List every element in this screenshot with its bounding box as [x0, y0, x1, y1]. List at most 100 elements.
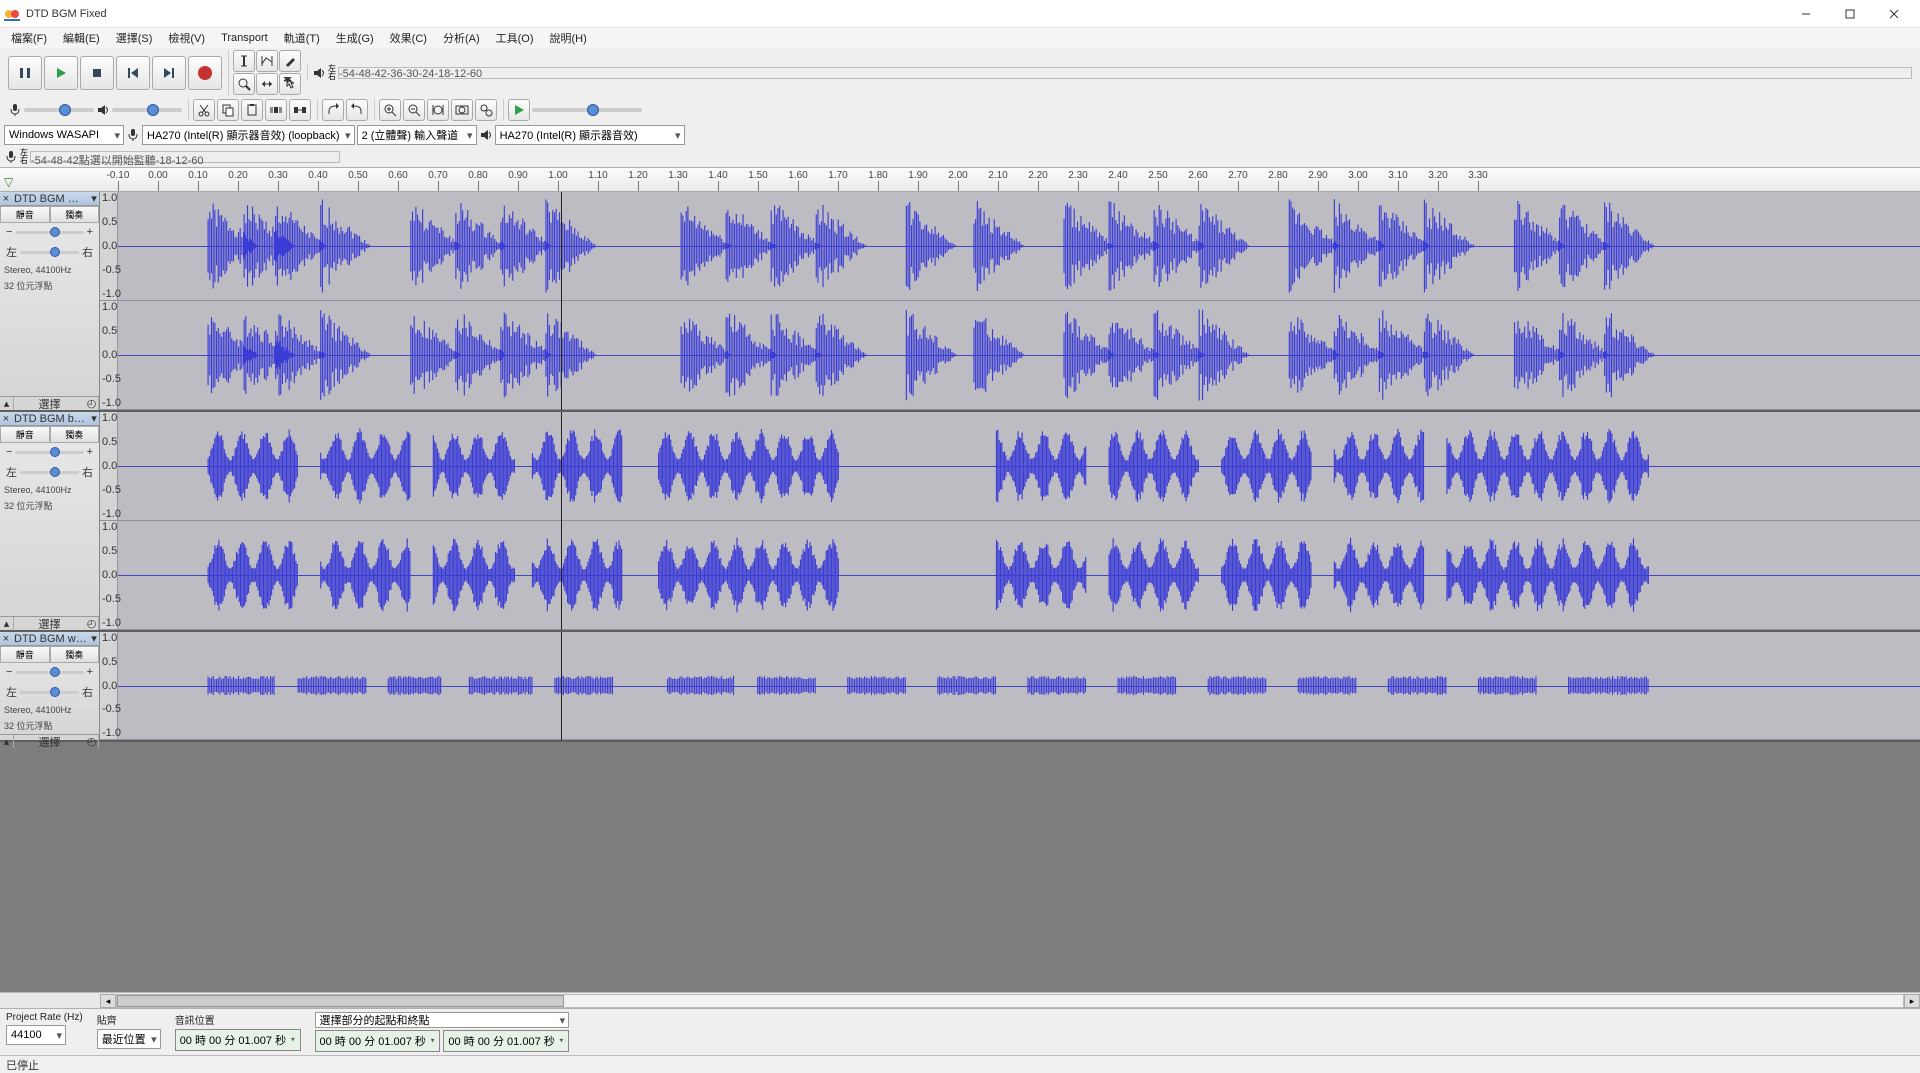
track-close-button[interactable]: ×	[0, 633, 12, 645]
track-menu-button[interactable]: ▾	[89, 192, 99, 205]
ruler-label: 3.10	[1388, 170, 1407, 181]
fit-project-button[interactable]	[451, 99, 473, 121]
gain-slider[interactable]	[15, 671, 83, 674]
scroll-left-button[interactable]: ◂	[100, 994, 116, 1008]
solo-button[interactable]: 獨奏	[50, 206, 100, 223]
track-collapse-button[interactable]: ▴	[0, 735, 14, 748]
undo-button[interactable]	[322, 99, 344, 121]
track-select-button[interactable]: 選擇	[14, 397, 85, 410]
mute-button[interactable]: 靜音	[0, 206, 50, 223]
trim-button[interactable]	[265, 99, 287, 121]
waveform-channel[interactable]: 1.00.50.0-0.5-1.0	[100, 521, 1920, 630]
track-select-button[interactable]: 選擇	[14, 735, 85, 748]
solo-button[interactable]: 獨奏	[50, 646, 100, 663]
menu-item[interactable]: 檔案(F)	[4, 28, 54, 48]
silence-button[interactable]	[289, 99, 311, 121]
track-close-button[interactable]: ×	[0, 193, 12, 205]
timeshift-tool[interactable]	[256, 73, 278, 95]
meter-tick-label: -42	[371, 68, 387, 80]
project-rate-combo[interactable]: 44100	[6, 1025, 66, 1045]
timeline-ruler[interactable]: ▽ -0.100.000.100.200.300.400.500.600.700…	[0, 168, 1920, 192]
playback-device-combo[interactable]: HA270 (Intel(R) 顯示器音效)	[495, 125, 685, 145]
audio-host-combo[interactable]: Windows WASAPI	[4, 125, 124, 145]
zoom-out-button[interactable]	[403, 99, 425, 121]
menu-item[interactable]: 效果(C)	[383, 28, 434, 48]
selection-mode-combo[interactable]: 選擇部分的起點和終點	[315, 1012, 570, 1028]
record-channels-combo[interactable]: 2 (立體聲) 輸入聲道	[357, 125, 477, 145]
meter-tick-label: -18	[156, 155, 172, 167]
record-button[interactable]	[188, 56, 222, 90]
menu-item[interactable]: 工具(O)	[489, 28, 541, 48]
gain-slider[interactable]	[15, 451, 83, 454]
pan-slider[interactable]	[20, 691, 79, 694]
track-sync-icon[interactable]: ◴	[85, 617, 99, 630]
playhead-handle-icon[interactable]: ▽	[4, 175, 13, 189]
track-menu-button[interactable]: ▾	[89, 632, 99, 645]
menu-item[interactable]: 選擇(S)	[109, 28, 160, 48]
playback-meter[interactable]: -54-48-42-36-30-24-18-12-60	[338, 67, 1912, 79]
multi-tool[interactable]: ✱	[279, 73, 301, 95]
track-collapse-button[interactable]: ▴	[0, 397, 14, 410]
mute-button[interactable]: 靜音	[0, 646, 50, 663]
play-button[interactable]	[44, 56, 78, 90]
track-sync-icon[interactable]: ◴	[85, 397, 99, 410]
stop-button[interactable]	[80, 56, 114, 90]
copy-button[interactable]	[217, 99, 239, 121]
zoom-toggle-button[interactable]	[475, 99, 497, 121]
track-name[interactable]: DTD BGM Gen	[12, 193, 89, 205]
svg-text:✱: ✱	[283, 77, 292, 86]
scroll-right-button[interactable]: ▸	[1904, 994, 1920, 1008]
menu-item[interactable]: 分析(A)	[436, 28, 487, 48]
menu-item[interactable]: Transport	[214, 30, 275, 46]
maximize-button[interactable]	[1828, 0, 1872, 28]
fit-selection-button[interactable]	[427, 99, 449, 121]
record-volume-slider[interactable]	[24, 108, 94, 112]
playback-volume-slider[interactable]	[112, 108, 182, 112]
menu-item[interactable]: 軌道(T)	[277, 28, 327, 48]
track-collapse-button[interactable]: ▴	[0, 617, 14, 630]
menu-item[interactable]: 檢視(V)	[161, 28, 212, 48]
selection-start-field[interactable]: 00 時 00 分 01.007 秒	[315, 1030, 441, 1052]
draw-tool[interactable]	[279, 50, 301, 72]
horizontal-scrollbar[interactable]: ◂ ▸	[0, 992, 1920, 1008]
minimize-button[interactable]	[1784, 0, 1828, 28]
zoom-tool[interactable]	[233, 73, 255, 95]
waveform-channel[interactable]: 1.00.50.0-0.5-1.0	[100, 412, 1920, 521]
menu-item[interactable]: 生成(G)	[329, 28, 381, 48]
record-meter-row: 左 右 -54-48-42點選以開始監聽-18-12-60	[0, 147, 1920, 167]
gain-slider[interactable]	[15, 231, 83, 234]
snap-combo[interactable]: 最近位置	[97, 1029, 161, 1049]
selection-end-field[interactable]: 00 時 00 分 01.007 秒	[443, 1030, 569, 1052]
paste-button[interactable]	[241, 99, 263, 121]
mute-button[interactable]: 靜音	[0, 426, 50, 443]
record-meter[interactable]: -54-48-42點選以開始監聽-18-12-60	[30, 151, 340, 163]
redo-button[interactable]	[346, 99, 368, 121]
skip-end-button[interactable]	[152, 56, 186, 90]
track-name[interactable]: DTD BGM between	[12, 413, 89, 425]
amplitude-scale: 1.00.50.0-0.5-1.0	[100, 412, 118, 520]
pause-button[interactable]	[8, 56, 42, 90]
track-close-button[interactable]: ×	[0, 413, 12, 425]
track-menu-button[interactable]: ▾	[89, 412, 99, 425]
selection-tool[interactable]	[233, 50, 255, 72]
waveform-channel[interactable]: 1.00.50.0-0.5-1.0	[100, 301, 1920, 410]
pan-slider[interactable]	[20, 471, 79, 474]
track-name[interactable]: DTD BGM wave	[12, 633, 89, 645]
close-button[interactable]	[1872, 0, 1916, 28]
zoom-in-button[interactable]	[379, 99, 401, 121]
track-select-button[interactable]: 選擇	[14, 617, 85, 630]
pan-slider[interactable]	[20, 251, 79, 254]
skip-start-button[interactable]	[116, 56, 150, 90]
waveform-channel[interactable]: 1.00.50.0-0.5-1.0	[100, 192, 1920, 301]
menu-item[interactable]: 編輯(E)	[56, 28, 107, 48]
playback-speed-slider[interactable]	[532, 108, 642, 112]
record-device-combo[interactable]: HA270 (Intel(R) 顯示器音效) (loopback)	[142, 125, 355, 145]
play-at-speed-button[interactable]	[508, 99, 530, 121]
menu-item[interactable]: 說明(H)	[543, 28, 594, 48]
waveform-channel[interactable]: 1.00.50.0-0.5-1.0	[100, 632, 1920, 740]
audio-position-field[interactable]: 00 時 00 分 01.007 秒	[175, 1029, 301, 1051]
envelope-tool[interactable]	[256, 50, 278, 72]
cut-button[interactable]	[193, 99, 215, 121]
track-sync-icon[interactable]: ◴	[85, 735, 99, 748]
solo-button[interactable]: 獨奏	[50, 426, 100, 443]
